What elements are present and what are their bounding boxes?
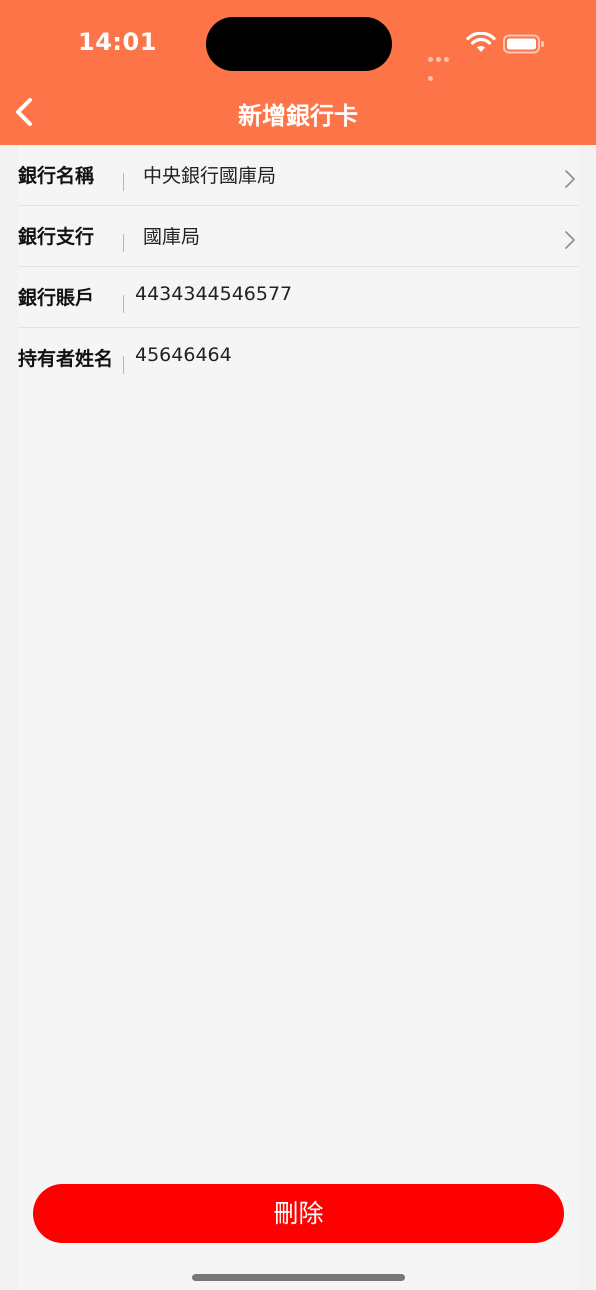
battery-icon bbox=[503, 34, 544, 54]
bank-account-row: 銀行賬戶 4434344546577 bbox=[18, 267, 579, 328]
bank-branch-value: 國庫局 bbox=[143, 226, 201, 248]
holder-name-label: 持有者姓名 bbox=[18, 348, 114, 370]
dynamic-island bbox=[206, 17, 392, 71]
row-divider bbox=[123, 234, 124, 252]
bank-name-value: 中央銀行國庫局 bbox=[143, 165, 277, 187]
bank-account-label: 銀行賬戶 bbox=[18, 287, 95, 309]
bank-branch-label: 銀行支行 bbox=[18, 226, 95, 248]
bank-name-row[interactable]: 銀行名稱 中央銀行國庫局 bbox=[18, 145, 579, 206]
bank-account-field[interactable]: 4434344546577 bbox=[135, 283, 292, 305]
holder-name-row: 持有者姓名 45646464 bbox=[18, 328, 579, 388]
home-indicator[interactable] bbox=[192, 1274, 405, 1281]
wifi-icon bbox=[466, 32, 496, 52]
page-title: 新增銀行卡 bbox=[238, 102, 358, 130]
holder-name-field[interactable]: 45646464 bbox=[135, 344, 232, 366]
bank-branch-row[interactable]: 銀行支行 國庫局 bbox=[18, 206, 579, 267]
row-divider bbox=[123, 173, 124, 191]
row-divider bbox=[123, 356, 124, 374]
cellular-icon bbox=[428, 47, 458, 81]
bank-card-form: 銀行名稱 中央銀行國庫局 銀行支行 國庫局 銀行賬戶 4434344546577… bbox=[18, 145, 579, 1290]
delete-button[interactable]: 刪除 bbox=[33, 1184, 564, 1243]
chevron-right-icon bbox=[565, 170, 575, 188]
chevron-right-icon bbox=[565, 231, 575, 249]
bank-name-label: 銀行名稱 bbox=[18, 165, 95, 187]
status-time: 14:01 bbox=[78, 28, 157, 56]
row-divider bbox=[123, 295, 124, 313]
nav-header: 14:01 新增銀行卡 bbox=[0, 0, 596, 145]
